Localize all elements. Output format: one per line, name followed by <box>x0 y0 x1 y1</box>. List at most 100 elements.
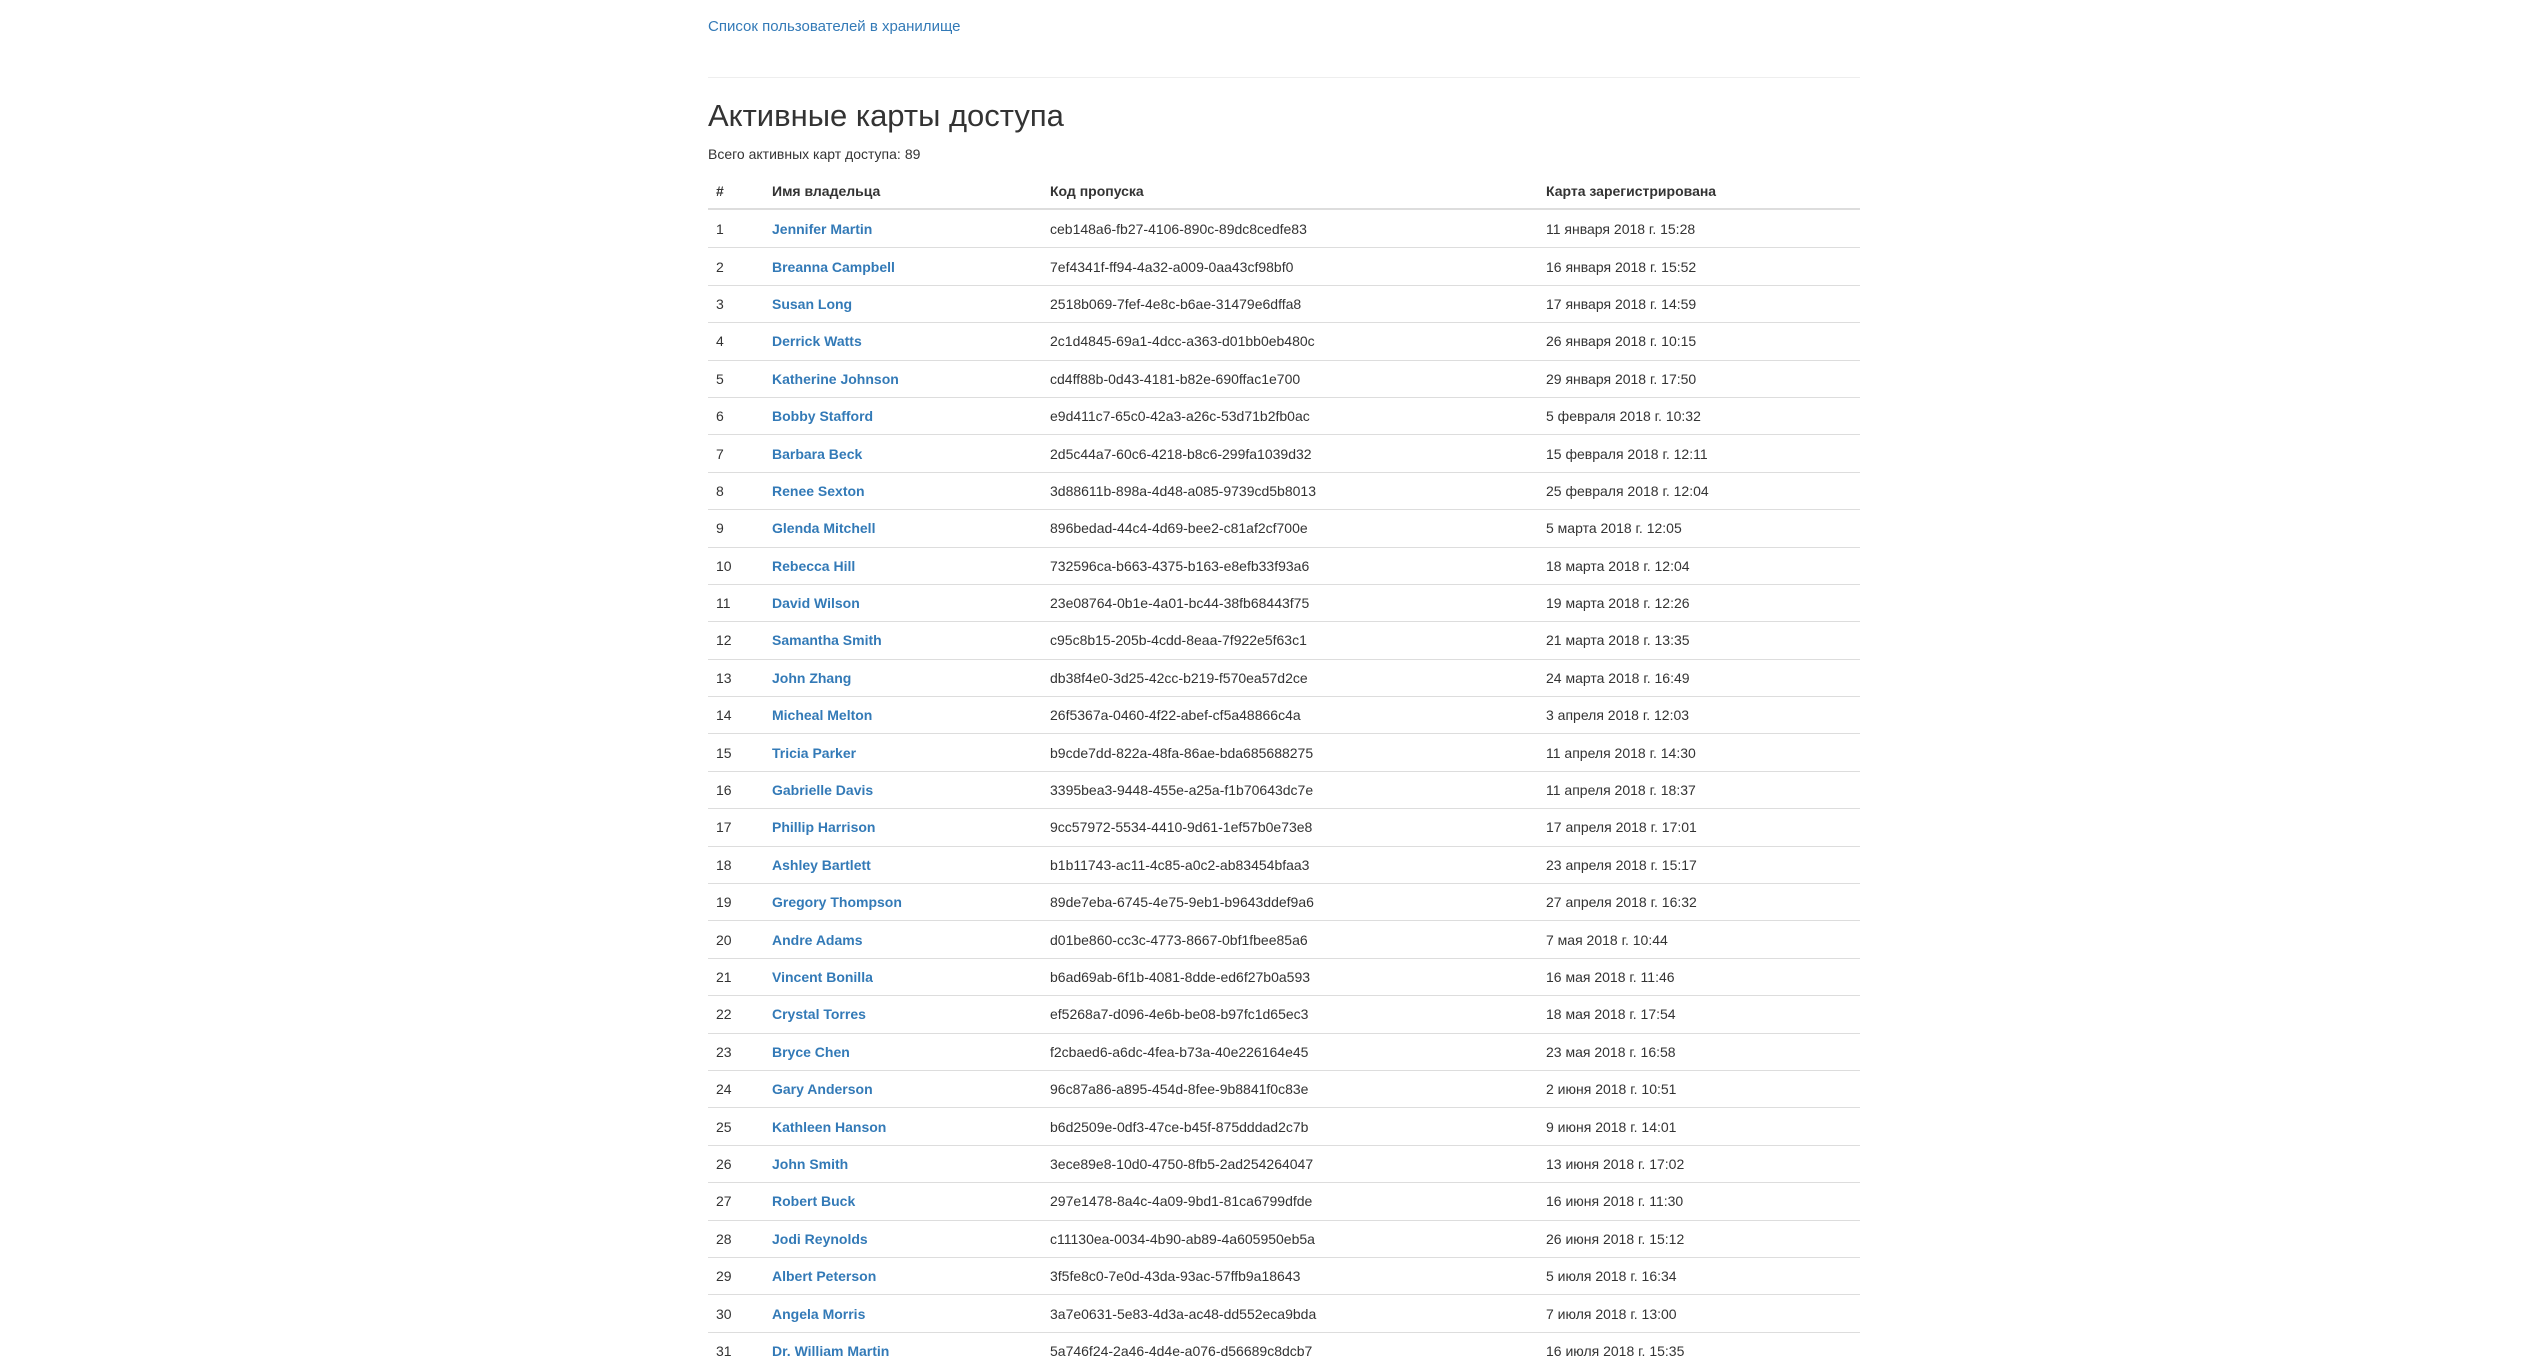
pass-code: ceb148a6-fb27-4106-890c-89dc8cedfe83 <box>1050 220 1307 237</box>
owner-cell: Angela Morris <box>772 1295 865 1331</box>
header-num: # <box>716 183 724 199</box>
owner-name-link[interactable]: Breanna Campbell <box>772 259 895 275</box>
access-cards-table: # Имя владельца Код пропуска Карта зарег… <box>708 174 1860 1369</box>
owner-name-link[interactable]: Gabrielle Davis <box>772 782 873 798</box>
registered-date: 29 января 2018 г. 17:50 <box>1546 370 1697 387</box>
owner-name-link[interactable]: John Smith <box>772 1156 848 1172</box>
owner-name-link[interactable]: Rebecca Hill <box>772 558 855 574</box>
pass-code: f2cbaed6-a6dc-4fea-b73a-40e226164e45 <box>1050 1043 1309 1060</box>
row-number: 3 <box>716 295 724 312</box>
row-number: 22 <box>716 1006 732 1023</box>
owner-cell: Phillip Harrison <box>772 809 875 845</box>
owner-name-link[interactable]: Andre Adams <box>772 932 863 948</box>
owner-name-link[interactable]: Susan Long <box>772 296 852 312</box>
divider <box>708 77 1860 78</box>
table-row: 31 Dr. William Martin 5a746f24-2a46-4d4e-a… <box>708 1331 1860 1369</box>
owner-name-link[interactable]: Ashley Bartlett <box>772 857 871 873</box>
owner-name-link[interactable]: Micheal Melton <box>772 707 872 723</box>
registered-date: 23 апреля 2018 г. 15:17 <box>1546 856 1697 873</box>
owner-cell: John Zhang <box>772 660 851 696</box>
row-number: 26 <box>716 1155 732 1172</box>
owner-name-link[interactable]: Vincent Bonilla <box>772 969 873 985</box>
pass-code: 3395bea3-9448-455e-a25a-f1b70643dc7e <box>1050 782 1314 799</box>
header-code: Код пропуска <box>1050 183 1144 199</box>
total-cards-label: Всего активных карт доступа: <box>708 146 901 162</box>
owner-name-link[interactable]: Jodi Reynolds <box>772 1231 868 1247</box>
table-row: 7 Barbara Beck 2d5c44a7-60c6-4218-b8c6-299… <box>708 434 1860 471</box>
owner-name-link[interactable]: Tricia Parker <box>772 745 856 761</box>
total-cards-count: 89 <box>904 146 921 162</box>
owner-name-link[interactable]: Glenda Mitchell <box>772 520 875 536</box>
owner-cell: Jennifer Martin <box>772 210 872 247</box>
registered-date: 11 апреля 2018 г. 18:37 <box>1546 782 1696 799</box>
owner-name-link[interactable]: David Wilson <box>772 595 860 611</box>
pass-code: 3f5fe8c0-7e0d-43da-93ac-57ffb9a18643 <box>1050 1268 1301 1285</box>
row-number: 24 <box>716 1081 732 1098</box>
owner-cell: Gregory Thompson <box>772 884 902 920</box>
pass-code: b1b11743-ac11-4c85-a0c2-ab83454bfaa3 <box>1050 856 1310 873</box>
registered-date: 17 января 2018 г. 14:59 <box>1546 295 1697 312</box>
table-row: 24 Gary Anderson 96c87a86-a895-454d-8fee-9… <box>708 1069 1860 1107</box>
pass-code: c95c8b15-205b-4cdd-8eaa-7f922e5f63c1 <box>1050 632 1307 649</box>
row-number: 9 <box>716 520 724 537</box>
table-row: 21 Vincent Bonilla b6ad69ab-6f1b-4081-8dde… <box>708 957 1860 995</box>
owner-name-link[interactable]: Kathleen Hanson <box>772 1119 886 1135</box>
owner-cell: Bobby Stafford <box>772 398 873 434</box>
owner-name-link[interactable]: Robert Buck <box>772 1193 855 1209</box>
header-owner: Имя владельца <box>772 183 881 199</box>
registered-date: 7 мая 2018 г. 10:44 <box>1546 931 1668 948</box>
registered-date: 13 июня 2018 г. 17:02 <box>1546 1155 1685 1172</box>
registered-date: 26 января 2018 г. 10:15 <box>1546 333 1697 350</box>
owner-cell: Samantha Smith <box>772 622 882 658</box>
pass-code: b9cde7dd-822a-48fa-86ae-bda685688275 <box>1050 744 1314 761</box>
owner-name-link[interactable]: Jennifer Martin <box>772 221 872 237</box>
owner-name-link[interactable]: Phillip Harrison <box>772 819 875 835</box>
pass-code: 7ef4341f-ff94-4a32-a009-0aa43cf98bf0 <box>1050 258 1294 275</box>
owner-name-link[interactable]: Dr. William Martin <box>772 1343 889 1359</box>
row-number: 28 <box>716 1230 732 1247</box>
row-number: 20 <box>716 931 732 948</box>
table-row: 2 Breanna Campbell 7ef4341f-ff94-4a32-a009… <box>708 247 1860 284</box>
row-number: 7 <box>716 445 724 462</box>
row-number: 4 <box>716 333 724 350</box>
registered-date: 16 июня 2018 г. 11:30 <box>1546 1193 1684 1210</box>
owner-cell: Gabrielle Davis <box>772 772 873 808</box>
owner-cell: Gary Anderson <box>772 1071 873 1107</box>
registered-date: 18 мая 2018 г. 17:54 <box>1546 1006 1676 1023</box>
owner-name-link[interactable]: Bryce Chen <box>772 1044 850 1060</box>
pass-code: 3d88611b-898a-4d48-a085-9739cd5b8013 <box>1050 482 1316 499</box>
owner-cell: Barbara Beck <box>772 435 862 471</box>
pass-code: ef5268a7-d096-4e6b-be08-b97fc1d65ec3 <box>1050 1006 1309 1023</box>
table-row: 17 Phillip Harrison 9cc57972-5534-4410-9d6… <box>708 808 1860 845</box>
registered-date: 11 апреля 2018 г. 14:30 <box>1546 744 1696 761</box>
row-number: 29 <box>716 1268 732 1285</box>
owner-name-link[interactable]: Crystal Torres <box>772 1006 866 1022</box>
owner-cell: Breanna Campbell <box>772 248 895 284</box>
row-number: 1 <box>716 220 724 237</box>
owner-name-link[interactable]: John Zhang <box>772 670 851 686</box>
owner-name-link[interactable]: Gregory Thompson <box>772 894 902 910</box>
row-number: 6 <box>716 408 724 425</box>
registered-date: 5 февраля 2018 г. 10:32 <box>1546 408 1701 425</box>
owner-name-link[interactable]: Albert Peterson <box>772 1268 876 1284</box>
pass-code: 2518b069-7fef-4e8c-b6ae-31479e6dffa8 <box>1050 295 1302 312</box>
row-number: 21 <box>716 969 732 985</box>
owner-name-link[interactable]: Samantha Smith <box>772 632 882 648</box>
row-number: 27 <box>716 1193 732 1210</box>
owner-name-link[interactable]: Bobby Stafford <box>772 408 873 424</box>
owner-name-link[interactable]: Gary Anderson <box>772 1081 873 1097</box>
owner-name-link[interactable]: Renee Sexton <box>772 483 865 499</box>
row-number: 30 <box>716 1305 732 1322</box>
owner-name-link[interactable]: Derrick Watts <box>772 333 862 349</box>
owner-name-link[interactable]: Angela Morris <box>772 1306 865 1322</box>
registered-date: 27 апреля 2018 г. 16:32 <box>1546 894 1697 911</box>
pass-code: 3ece89e8-10d0-4750-8fb5-2ad254264047 <box>1050 1155 1314 1172</box>
pass-code: b6ad69ab-6f1b-4081-8dde-ed6f27b0a593 <box>1050 969 1311 985</box>
owner-name-link[interactable]: Barbara Beck <box>772 446 862 462</box>
row-number: 31 <box>716 1342 732 1359</box>
storage-users-link[interactable]: Список пользователей в хранилище <box>708 18 960 35</box>
owner-name-link[interactable]: Katherine Johnson <box>772 371 899 387</box>
row-number: 16 <box>716 782 732 799</box>
pass-code: 2d5c44a7-60c6-4218-b8c6-299fa1039d32 <box>1050 445 1312 462</box>
registered-date: 16 июля 2018 г. 15:35 <box>1546 1342 1685 1359</box>
